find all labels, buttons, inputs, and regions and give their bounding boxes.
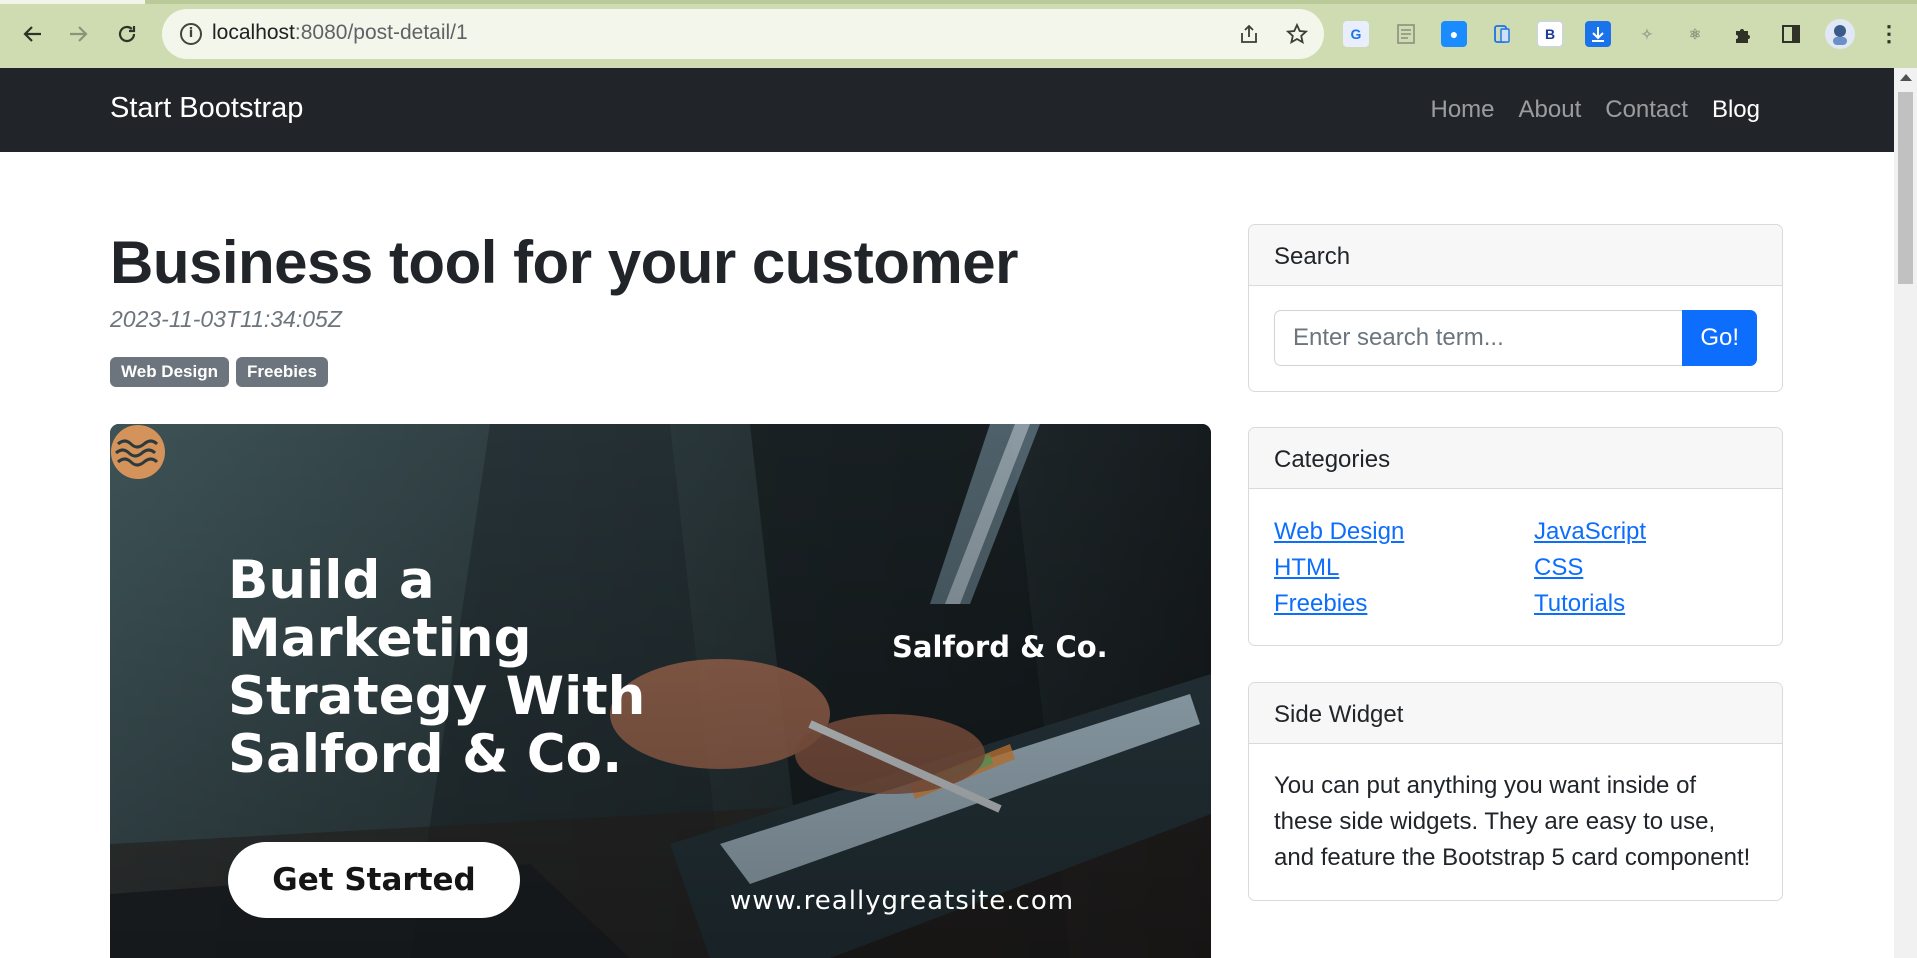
post-hero-image: Build a Marketing Strategy With Salford … [110,424,1211,958]
address-url[interactable]: localhost:8080/post-detail/1 [212,21,468,45]
search-card-title: Search [1249,225,1782,286]
site-info-icon[interactable]: i [180,23,202,45]
puzzle-ghost-extension-icon[interactable]: ✧ [1634,21,1660,47]
category-link-freebies[interactable]: Freebies [1274,588,1534,620]
hero-get-started-graphic: Get Started [228,842,520,918]
categories-card-title: Categories [1249,428,1782,489]
post-date: 2023-11-03T11:34:05Z [110,306,342,332]
search-go-button[interactable]: Go! [1682,310,1757,366]
navbar-links: Home About Contact Blog [1418,96,1772,124]
categories-card: Categories Web Design JavaScript HTML CS… [1248,427,1783,646]
hero-headline-line: Salford & Co. [228,724,623,785]
bookmark-star-icon[interactable] [1282,19,1312,49]
scroll-thumb[interactable] [1898,92,1913,284]
category-link-css[interactable]: CSS [1534,552,1734,584]
hero-headline-line: Build a [228,550,435,611]
back-arrow-icon[interactable] [15,17,49,51]
nav-link-home[interactable]: Home [1418,96,1506,124]
drop-extension-icon[interactable]: ● [1441,21,1467,47]
nav-link-blog[interactable]: Blog [1700,96,1772,124]
categories-list: Web Design JavaScript HTML CSS Freebies … [1274,516,1757,620]
url-host: localhost [212,21,295,44]
category-link-tutorials[interactable]: Tutorials [1534,588,1734,620]
nav-link-contact[interactable]: Contact [1593,96,1700,124]
side-panel-icon[interactable] [1778,21,1804,47]
post-title: Business tool for your customer [110,229,1019,296]
hero-website-text: www.reallygreatsite.com [730,886,1075,916]
nav-link-about[interactable]: About [1507,96,1594,124]
category-link-javascript[interactable]: JavaScript [1534,516,1734,548]
forward-arrow-icon[interactable] [62,17,96,51]
search-card: Search Go! [1248,224,1783,392]
post-tags: Web Design Freebies [110,357,328,387]
side-widget-title: Side Widget [1249,683,1782,744]
category-link-web-design[interactable]: Web Design [1274,516,1534,548]
scroll-up-arrow-icon[interactable] [1900,74,1912,81]
b-extension-icon[interactable]: B [1537,21,1563,47]
navbar-brand[interactable]: Start Bootstrap [110,92,303,125]
device-extension-icon[interactable] [1489,21,1515,47]
reader-extension-icon[interactable] [1393,21,1419,47]
share-icon[interactable] [1234,19,1264,49]
tag-badge-freebies[interactable]: Freebies [235,357,328,387]
page-scrollbar[interactable] [1894,68,1917,958]
hero-headline-line: Marketing [228,608,532,669]
translate-extension-icon[interactable]: G [1343,21,1369,47]
profile-avatar[interactable] [1825,19,1855,49]
hero-brand-text: Salford & Co. [892,630,1108,664]
side-widget-card: Side Widget You can put anything you wan… [1248,682,1783,901]
hero-headline: Build a Marketing Strategy With Salford … [228,552,645,784]
side-widget-text: You can put anything you want inside of … [1274,772,1751,871]
browser-menu-icon[interactable]: ⋮ [1876,21,1902,47]
site-navbar: Start Bootstrap Home About Contact Blog [0,68,1894,152]
tab-strip [0,0,1917,4]
search-input[interactable] [1274,310,1683,366]
category-link-html[interactable]: HTML [1274,552,1534,584]
extensions-puzzle-icon[interactable] [1730,21,1756,47]
download-extension-icon[interactable] [1585,21,1611,47]
hero-headline-line: Strategy With [228,666,646,727]
wave-logo-icon [111,425,165,479]
browser-toolbar: i localhost:8080/post-detail/1 G ● B ✧ ⚛… [0,0,1917,68]
url-path: :8080/post-detail/1 [294,21,468,44]
react-extension-icon[interactable]: ⚛ [1682,21,1708,47]
address-bar[interactable]: i localhost:8080/post-detail/1 [162,9,1324,59]
search-form: Go! [1274,310,1757,366]
active-tab-edge [0,0,145,4]
tag-badge-web-design[interactable]: Web Design [110,357,229,387]
reload-icon[interactable] [110,17,144,51]
